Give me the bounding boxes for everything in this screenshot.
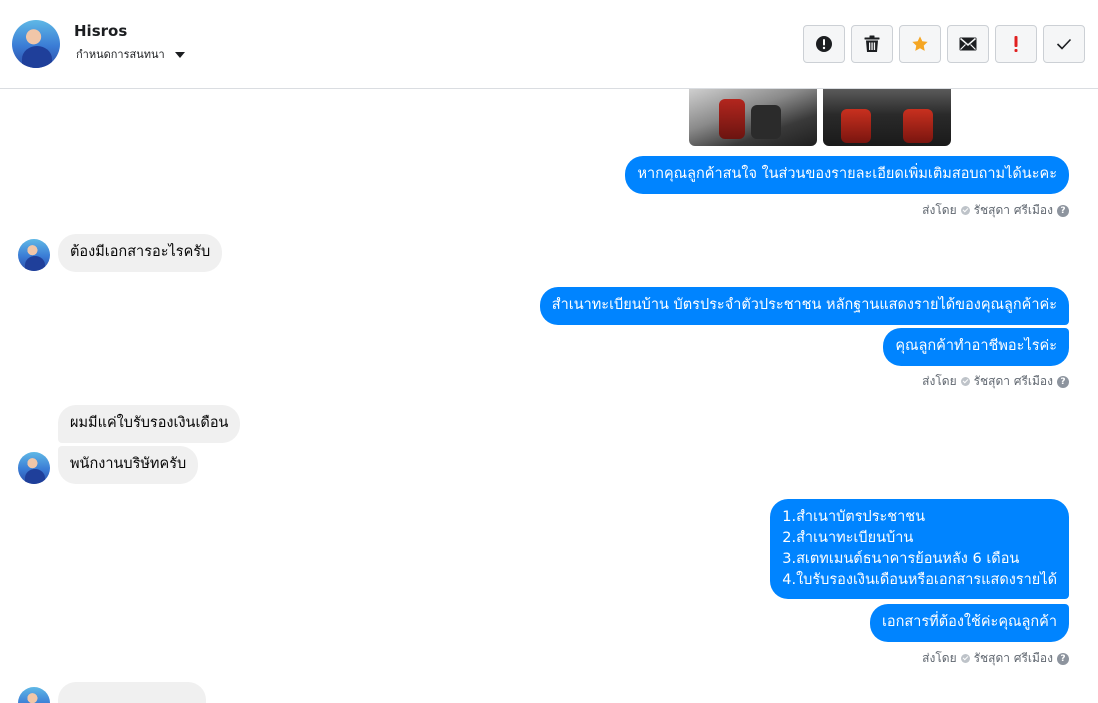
sent-by-line: ส่งโดย รัชสุดา ศรีเมือง ? (922, 649, 1069, 668)
sent-by-prefix: ส่งโดย (922, 374, 957, 388)
verified-check-icon (960, 377, 970, 386)
conversation-toolbar (803, 25, 1085, 63)
outgoing-message-list[interactable]: 1.สำเนาบัตรประชาชน 2.สำเนาทะเบียนบ้าน 3.… (770, 499, 1069, 599)
car-interior-photo[interactable] (823, 89, 951, 146)
sent-by-prefix: ส่งโดย (922, 651, 957, 665)
car-interior-photo[interactable] (689, 89, 817, 146)
outgoing-message[interactable]: สำเนาทะเบียนบ้าน บัตรประจำตัวประชาชน หลั… (539, 287, 1069, 325)
document-list-item: 4.ใบรับรองเงินเดือนหรือเอกสารแสดงรายได้ (782, 572, 1057, 588)
sent-by-prefix: ส่งโดย (922, 203, 957, 217)
incoming-message-partial[interactable] (58, 682, 206, 703)
delete-button[interactable] (851, 25, 893, 63)
star-button[interactable] (899, 25, 941, 63)
contact-name[interactable]: Hisros (74, 22, 127, 40)
verified-check-icon (960, 654, 970, 663)
document-list-item: 3.สเตทเมนต์ธนาคารย้อนหลัง 6 เดือน (782, 551, 1020, 567)
incoming-message[interactable]: ต้องมีเอกสารอะไรครับ (58, 234, 223, 272)
contact-avatar[interactable] (12, 20, 60, 68)
help-icon[interactable]: ? (1057, 375, 1069, 388)
caret-down-icon (174, 51, 185, 58)
envelope-icon (959, 37, 977, 51)
sent-by-agent: รัชสุดา ศรีเมือง (973, 203, 1053, 217)
verified-check-icon (960, 206, 970, 215)
report-spam-button[interactable] (803, 25, 845, 63)
conversation-header: Hisros กำหนดการสนทนา (0, 0, 1098, 89)
outgoing-message[interactable]: คุณลูกค้าทำอาชีพอะไรค่ะ (883, 328, 1069, 366)
assign-label: กำหนดการสนทนา (76, 48, 165, 61)
alert-circle-icon (816, 36, 832, 52)
help-icon[interactable]: ? (1057, 204, 1069, 217)
contact-avatar-small[interactable] (18, 452, 50, 484)
mark-unread-button[interactable] (947, 25, 989, 63)
message-thread[interactable]: หากคุณลูกค้าสนใจ ในส่วนของรายละเอียดเพิ่… (0, 89, 1098, 703)
outgoing-message[interactable]: หากคุณลูกค้าสนใจ ในส่วนของรายละเอียดเพิ่… (625, 156, 1069, 194)
help-icon[interactable]: ? (1057, 652, 1069, 665)
trash-icon (864, 35, 880, 52)
star-icon (912, 36, 928, 51)
outgoing-message[interactable]: เอกสารที่ต้องใช้ค่ะคุณลูกค้า (869, 604, 1069, 642)
sent-by-agent: รัชสุดา ศรีเมือง (973, 374, 1053, 388)
exclamation-icon (1014, 36, 1018, 52)
sent-by-line: ส่งโดย รัชสุดา ศรีเมือง ? (922, 372, 1069, 391)
assign-conversation-dropdown[interactable]: กำหนดการสนทนา (76, 45, 185, 63)
important-button[interactable] (995, 25, 1037, 63)
document-list-item: 2.สำเนาทะเบียนบ้าน (782, 530, 914, 546)
done-button[interactable] (1043, 25, 1085, 63)
incoming-message[interactable]: ผมมีแค่ใบรับรองเงินเดือน (58, 405, 241, 443)
document-list-item: 1.สำเนาบัตรประชาชน (782, 509, 926, 525)
sent-by-agent: รัชสุดา ศรีเมือง (973, 651, 1053, 665)
contact-avatar-small[interactable] (18, 239, 50, 271)
sent-by-line: ส่งโดย รัชสุดา ศรีเมือง ? (922, 201, 1069, 220)
contact-avatar-small[interactable] (18, 687, 50, 703)
incoming-message[interactable]: พนักงานบริษัทครับ (58, 446, 199, 484)
checkmark-icon (1056, 38, 1072, 50)
